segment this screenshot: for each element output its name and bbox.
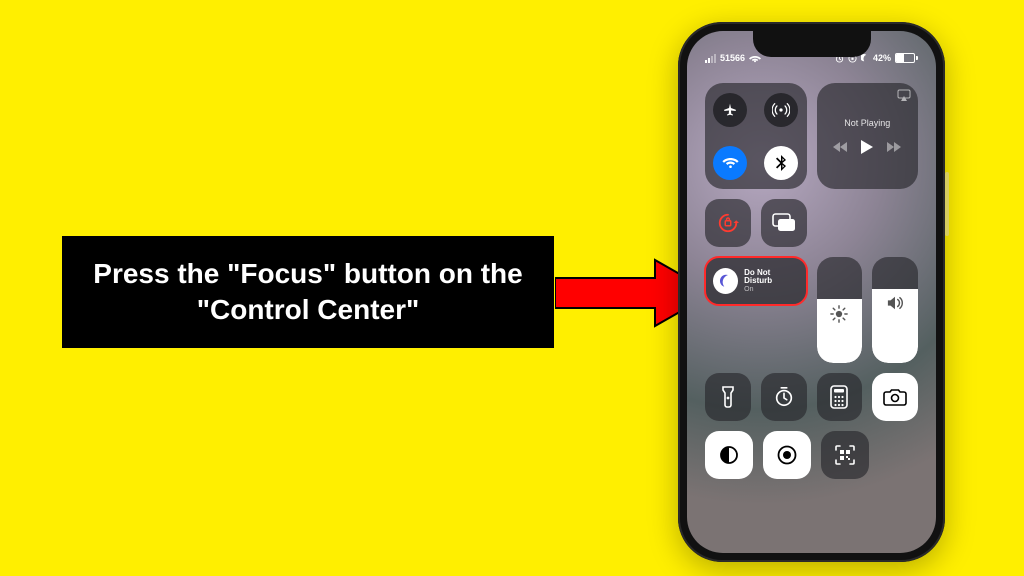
cellular-data-button[interactable]	[764, 93, 798, 127]
screen-mirroring-tile[interactable]	[761, 199, 807, 247]
moon-status-icon	[861, 54, 869, 62]
qr-scanner-tile[interactable]	[821, 431, 869, 479]
orientation-lock-tile[interactable]	[705, 199, 751, 247]
timer-tile[interactable]	[761, 373, 807, 421]
tutorial-slide: Press the "Focus" button on the "Control…	[0, 0, 1024, 576]
volume-icon	[886, 295, 904, 311]
media-controls	[833, 140, 901, 154]
phone-screen: 51566 42%	[687, 31, 936, 553]
side-button	[945, 172, 949, 236]
focus-title: Do Not Disturb	[744, 269, 799, 286]
instruction-text: Press the "Focus" button on the "Control…	[62, 236, 554, 348]
screen-record-tile[interactable]	[763, 431, 811, 479]
prev-track-icon[interactable]	[833, 142, 847, 152]
camera-tile[interactable]	[872, 373, 918, 421]
signal-bars-icon	[705, 54, 716, 63]
brightness-icon	[830, 305, 848, 323]
battery-percent: 42%	[873, 53, 891, 63]
next-track-icon[interactable]	[887, 142, 901, 152]
wifi-icon	[749, 54, 761, 63]
bluetooth-button[interactable]	[764, 146, 798, 180]
moon-icon	[713, 268, 738, 294]
airplay-icon	[897, 89, 911, 101]
media-label: Not Playing	[844, 118, 890, 128]
brightness-slider[interactable]	[817, 257, 863, 363]
dark-mode-tile[interactable]	[705, 431, 753, 479]
notch	[753, 31, 871, 57]
play-icon[interactable]	[861, 140, 873, 154]
iphone-frame: 51566 42%	[678, 22, 945, 562]
focus-subtitle: On	[744, 286, 799, 293]
focus-button[interactable]: Do Not Disturb On	[705, 257, 807, 305]
flashlight-tile[interactable]	[705, 373, 751, 421]
media-tile[interactable]: Not Playing	[817, 83, 919, 189]
spacer	[817, 199, 918, 247]
battery-icon	[895, 53, 918, 63]
wifi-button[interactable]	[713, 146, 747, 180]
calculator-tile[interactable]	[817, 373, 863, 421]
control-center: Not Playing	[705, 83, 918, 535]
carrier-label: 51566	[720, 53, 745, 63]
connectivity-tile[interactable]	[705, 83, 807, 189]
airplane-mode-button[interactable]	[713, 93, 747, 127]
volume-slider[interactable]	[872, 257, 918, 363]
